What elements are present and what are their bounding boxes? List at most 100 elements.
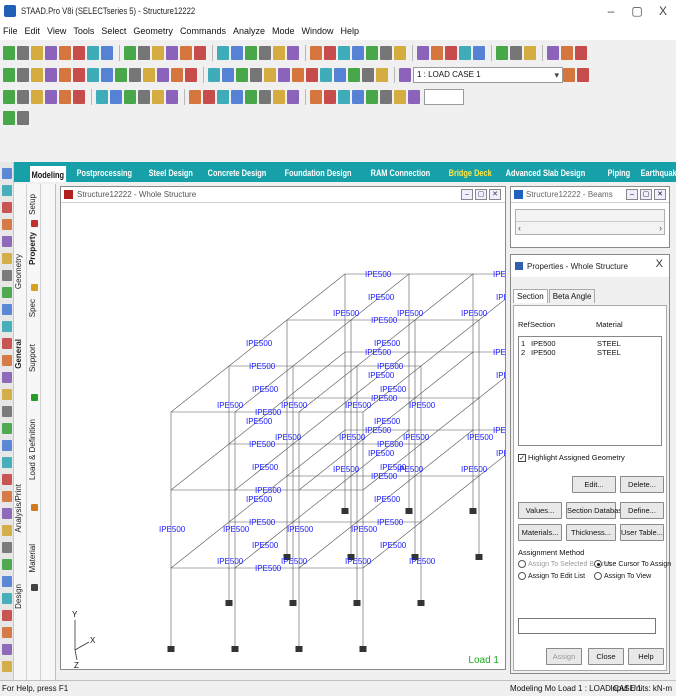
toolbar-tool-icon[interactable]	[59, 68, 71, 82]
page-design[interactable]: Design	[14, 584, 27, 609]
section-label[interactable]: IPE500	[345, 557, 372, 566]
toolbar-tool-icon[interactable]	[231, 90, 243, 104]
values-button[interactable]: Values...	[518, 502, 562, 519]
toolbar-tool-icon[interactable]	[31, 68, 43, 82]
toolbar-tool-icon[interactable]	[73, 68, 85, 82]
page-analysis-print[interactable]: Analysis/Print	[14, 484, 27, 532]
subpage-load-definition[interactable]: Load & Definition	[28, 419, 41, 480]
toolbar-tool-icon[interactable]	[152, 90, 164, 104]
toolbar-tool-icon[interactable]	[101, 46, 113, 60]
toolbar-tool-icon[interactable]	[208, 68, 220, 82]
define-button[interactable]: Define...	[620, 502, 664, 519]
section-label[interactable]: IPE500	[255, 408, 282, 417]
tab-advanced-slab-design[interactable]: Advanced Slab Design	[504, 164, 587, 182]
menu-window[interactable]: Window	[302, 26, 334, 36]
toolbar-tool-icon[interactable]	[124, 46, 136, 60]
toolbar-tool-icon[interactable]	[203, 90, 215, 104]
menu-select[interactable]: Select	[101, 26, 126, 36]
toolbar-tool-icon[interactable]	[445, 46, 457, 60]
side-tool-icon[interactable]	[2, 508, 12, 519]
toolbar-tool-icon[interactable]	[45, 68, 57, 82]
section-label[interactable]: IPE500	[252, 463, 279, 472]
toolbar-tool-icon[interactable]	[250, 68, 262, 82]
toolbar-tool-icon[interactable]	[273, 90, 285, 104]
toolbar-tool-icon[interactable]	[496, 46, 508, 60]
viewport-restore-button[interactable]: ▢	[475, 189, 487, 200]
section-label[interactable]: IPE500	[255, 486, 282, 495]
toolbar-tool-icon[interactable]	[3, 46, 15, 60]
toolbar-tool-icon[interactable]	[185, 68, 197, 82]
fixed-support-icon[interactable]	[405, 508, 413, 514]
page-geometry[interactable]: Geometry	[14, 254, 27, 289]
toolbar-tool-icon[interactable]	[3, 68, 15, 82]
fixed-support-icon[interactable]	[289, 600, 297, 606]
frame-member[interactable]	[286, 351, 346, 399]
toolbar-tool-icon[interactable]	[577, 68, 589, 82]
fixed-support-icon[interactable]	[231, 646, 239, 652]
section-label[interactable]: IPE500	[377, 362, 404, 371]
toolbar-tool-icon[interactable]	[138, 90, 150, 104]
toolbar-tool-icon[interactable]	[310, 90, 322, 104]
load-case-select[interactable]: 1 : LOAD CASE 1	[413, 67, 563, 83]
side-tool-icon[interactable]	[2, 270, 12, 281]
side-tool-icon[interactable]	[2, 474, 12, 485]
section-label[interactable]: IPE500	[461, 465, 488, 474]
side-tool-icon[interactable]	[2, 457, 12, 468]
toolbar-tool-icon[interactable]	[45, 46, 57, 60]
section-label[interactable]: IPE500	[409, 401, 436, 410]
toolbar-tool-icon[interactable]	[236, 68, 248, 82]
toolbar-tool-icon[interactable]	[310, 46, 322, 60]
section-label[interactable]: IPE500	[380, 541, 407, 550]
toolbar-tool-icon[interactable]	[31, 90, 43, 104]
toolbar-tool-icon[interactable]	[217, 46, 229, 60]
section-label[interactable]: IPE500	[223, 525, 250, 534]
menu-edit[interactable]: Edit	[25, 26, 41, 36]
frame-member[interactable]	[414, 351, 474, 399]
tab-section[interactable]: Section	[513, 289, 548, 303]
section-label[interactable]: IPE500	[351, 525, 378, 534]
subpage-property[interactable]: Property	[28, 232, 41, 265]
section-label[interactable]: IPE500	[496, 371, 523, 380]
side-tool-icon[interactable]	[2, 168, 12, 179]
toolbar-tool-icon[interactable]	[3, 90, 15, 104]
tab-steel-design[interactable]: Steel Design	[147, 164, 195, 182]
toolbar-tool-icon[interactable]	[17, 90, 29, 104]
scroll-right-icon[interactable]: ›	[659, 223, 662, 233]
section-label[interactable]: IPE500	[374, 339, 401, 348]
toolbar-tool-icon[interactable]	[334, 68, 346, 82]
side-tool-icon[interactable]	[2, 202, 12, 213]
toolbar-tool-icon[interactable]	[259, 90, 271, 104]
toolbar-tool-icon[interactable]	[575, 46, 587, 60]
toolbar-tool-icon[interactable]	[101, 68, 113, 82]
toolbar-tool-icon[interactable]	[394, 46, 406, 60]
fixed-support-icon[interactable]	[469, 508, 477, 514]
properties-close-icon[interactable]: X	[656, 258, 663, 270]
frame-member[interactable]	[420, 319, 480, 367]
section-label[interactable]: IPE500	[368, 449, 395, 458]
section-label[interactable]: IPE500	[371, 472, 398, 481]
toolbar-tool-icon[interactable]	[408, 90, 420, 104]
subpage-setup[interactable]: Setup	[28, 194, 41, 215]
toolbar-tool-icon[interactable]	[380, 46, 392, 60]
toolbar-tool-icon[interactable]	[73, 46, 85, 60]
beams-grid[interactable]: ‹ ›	[515, 209, 665, 235]
fixed-support-icon[interactable]	[341, 508, 349, 514]
section-label[interactable]: IPE500	[246, 495, 273, 504]
toolbar-tool-icon[interactable]	[59, 46, 71, 60]
checkbox-checked-icon[interactable]: ✓	[518, 453, 526, 462]
menu-file[interactable]: File	[3, 26, 18, 36]
side-tool-icon[interactable]	[2, 559, 12, 570]
section-label[interactable]: IPE500	[368, 371, 395, 380]
section-label[interactable]: IPE500	[371, 316, 398, 325]
toolbar-tool-icon[interactable]	[366, 90, 378, 104]
toolbar-tool-icon[interactable]	[166, 46, 178, 60]
toolbar-tool-icon[interactable]	[217, 90, 229, 104]
minimize-button[interactable]: –	[598, 0, 624, 22]
toolbar-tool-icon[interactable]	[352, 46, 364, 60]
row-2-section[interactable]: IPE500	[531, 348, 556, 357]
side-tool-icon[interactable]	[2, 185, 12, 196]
toolbar-tool-icon[interactable]	[473, 46, 485, 60]
section-label[interactable]: IPE500	[249, 440, 276, 449]
section-label[interactable]: IPE500	[380, 463, 407, 472]
section-label[interactable]: IPE500	[365, 270, 392, 279]
